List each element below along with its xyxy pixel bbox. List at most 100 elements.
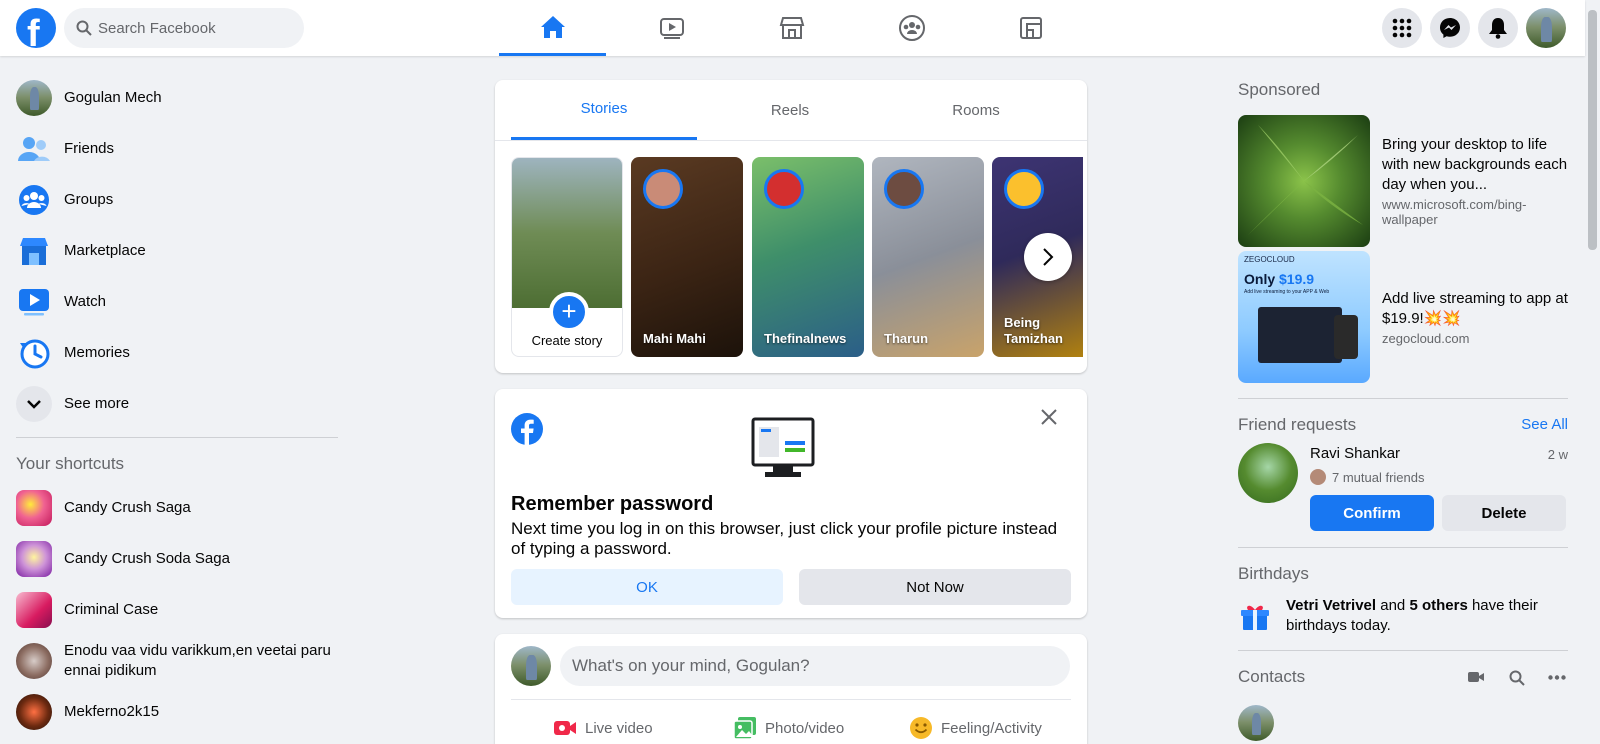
sidebar-item-label: Watch	[64, 293, 106, 310]
not-now-button[interactable]: Not Now	[799, 569, 1071, 605]
see-all-link[interactable]: See All	[1521, 416, 1568, 433]
sponsored-ad[interactable]: Bring your desktop to life with new back…	[1238, 108, 1568, 254]
sidebar-item-watch[interactable]: Watch	[8, 276, 348, 327]
birthday-notice[interactable]: Vetri Vetrivel and 5 others have their b…	[1238, 592, 1568, 642]
messenger-button[interactable]	[1430, 8, 1470, 48]
shortcut-item[interactable]: Criminal Case	[8, 584, 348, 635]
friends-icon	[18, 136, 50, 161]
birthday-text: Vetri Vetrivel and 5 others have their b…	[1286, 596, 1566, 636]
sidebar-item-friends[interactable]: Friends	[8, 123, 348, 174]
facebook-logo[interactable]: f	[16, 8, 56, 48]
contacts-heading: Contacts	[1238, 667, 1306, 686]
tab-reels[interactable]: Reels	[697, 80, 883, 140]
sidebar-item-marketplace[interactable]: Marketplace	[8, 225, 348, 276]
shortcut-label: Candy Crush Soda Saga	[64, 549, 230, 567]
sidebar-see-more[interactable]: See more	[8, 378, 348, 429]
feeling-activity-button[interactable]: Feeling/Activity	[909, 710, 1042, 744]
contacts-header: Contacts	[1238, 659, 1568, 695]
shortcut-label: Mekferno2k15	[64, 702, 160, 720]
photo-video-label: Photo/video	[765, 719, 845, 737]
nav-tab-gaming[interactable]	[977, 0, 1084, 56]
page-avatar	[16, 693, 52, 730]
bell-icon	[1489, 18, 1507, 39]
page-scrollbar[interactable]	[1585, 0, 1600, 744]
sidebar-item-memories[interactable]: Memories	[8, 327, 348, 378]
ad-title: Add live streaming to app at $19.9!💥💥	[1382, 289, 1568, 327]
account-avatar[interactable]	[1526, 8, 1566, 48]
whats-on-your-mind-input[interactable]: What's on your mind, Gogulan?	[560, 646, 1070, 686]
stories-strip: + Create story Mahi Mahi Thefinalnews Th…	[511, 157, 1083, 357]
leaf-pattern	[1248, 125, 1363, 235]
close-button[interactable]	[1037, 405, 1061, 429]
plus-icon: +	[549, 292, 589, 332]
video-call-icon[interactable]	[1467, 670, 1485, 684]
groups-icon	[898, 15, 925, 41]
ok-button[interactable]: OK	[511, 569, 783, 605]
facebook-logo-icon	[511, 413, 543, 445]
search-input[interactable]	[98, 8, 298, 48]
story-author-avatar	[764, 169, 804, 209]
story-card[interactable]: Tharun	[872, 157, 984, 357]
shortcut-item[interactable]: Enodu vaa vidu varikkum,en veetai paru e…	[8, 635, 348, 686]
sidebar-item-profile[interactable]: Gogulan Mech	[8, 72, 348, 123]
nav-tab-marketplace[interactable]	[738, 0, 845, 56]
shortcut-label: Candy Crush Saga	[64, 498, 191, 516]
ad-price-prefix: Only	[1244, 271, 1276, 287]
create-story-card[interactable]: + Create story	[511, 157, 623, 357]
tab-rooms[interactable]: Rooms	[883, 80, 1069, 140]
birthday-name: Vetri Vetrivel	[1286, 597, 1377, 614]
chevron-right-icon	[1043, 248, 1054, 266]
left-sidebar: Gogulan Mech Friends Groups Marketplace …	[8, 72, 348, 737]
requester-avatar[interactable]	[1238, 443, 1298, 503]
shortcut-item[interactable]: Candy Crush Soda Saga	[8, 533, 348, 584]
shortcut-label: Enodu vaa vidu varikkum,en veetai paru e…	[64, 641, 331, 679]
birthday-and: and	[1380, 597, 1406, 614]
confirm-button[interactable]: Confirm	[1310, 495, 1434, 531]
ad-image-zegocloud: ZEGOCLOUD Only $19.9 Add live streaming …	[1238, 251, 1370, 383]
sponsored-ad[interactable]: ZEGOCLOUD Only $19.9 Add live streaming …	[1238, 244, 1568, 390]
watch-icon	[19, 288, 49, 315]
remember-title: Remember password	[511, 493, 714, 515]
birthday-others: 5 others	[1409, 597, 1468, 614]
tab-stories[interactable]: Stories	[511, 80, 697, 140]
gift-icon	[1241, 605, 1269, 630]
menu-button[interactable]	[1382, 8, 1422, 48]
delete-button[interactable]: Delete	[1442, 495, 1566, 531]
zegocloud-brand: ZEGOCLOUD	[1244, 255, 1295, 264]
shortcut-item[interactable]: Mekferno2k15	[8, 686, 348, 737]
scrollbar-thumb[interactable]	[1588, 10, 1597, 250]
groups-icon	[19, 184, 49, 215]
sidebar-item-label: Gogulan Mech	[64, 89, 162, 106]
memories-icon	[20, 339, 50, 368]
notifications-button[interactable]	[1478, 8, 1518, 48]
home-icon	[540, 15, 565, 38]
nav-tab-watch[interactable]	[618, 0, 725, 56]
mutual-friends: 7 mutual friends	[1310, 469, 1425, 485]
composer-avatar	[511, 646, 551, 686]
more-options-icon[interactable]	[1548, 675, 1566, 680]
ad-image-bing	[1238, 115, 1370, 247]
ad-phone-illustration	[1334, 315, 1358, 359]
right-divider	[1238, 650, 1568, 651]
sidebar-item-groups[interactable]: Groups	[8, 174, 348, 225]
story-author-name: Thefinalnews	[764, 331, 847, 346]
nav-tab-home[interactable]	[499, 0, 606, 56]
story-card[interactable]: Mahi Mahi	[631, 157, 743, 357]
requester-name[interactable]: Ravi Shankar	[1310, 445, 1400, 462]
nav-tab-groups[interactable]	[858, 0, 965, 56]
stories-next-button[interactable]	[1024, 233, 1072, 281]
sidebar-item-label: Groups	[64, 191, 114, 208]
live-video-button[interactable]: Live video	[553, 710, 653, 744]
marketplace-icon	[779, 17, 804, 39]
computer-monitor-illustration	[751, 417, 815, 477]
shortcut-item[interactable]: Candy Crush Saga	[8, 482, 348, 533]
search-icon[interactable]	[1509, 670, 1525, 686]
ad-badge-subtitle: Add live streaming to your APP & Web	[1244, 289, 1330, 295]
search-box[interactable]	[64, 8, 304, 48]
contact-avatar[interactable]	[1238, 705, 1274, 741]
friend-requests-heading: Friend requests	[1238, 415, 1357, 434]
photo-video-button[interactable]: Photo/video	[733, 710, 844, 744]
candy-crush-soda-thumbnail	[16, 540, 52, 577]
story-card[interactable]: Thefinalnews	[752, 157, 864, 357]
tabs-divider	[495, 140, 1087, 141]
